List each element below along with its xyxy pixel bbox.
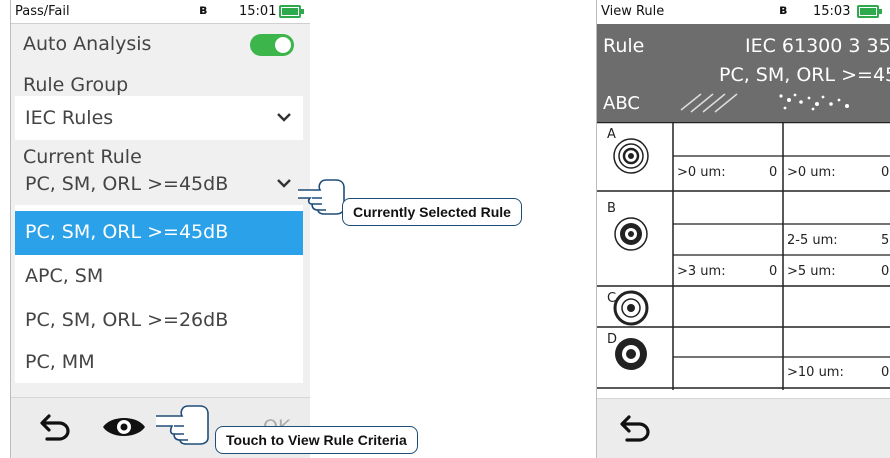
back-arrow-icon[interactable] (619, 413, 653, 443)
fiber-end-icon (613, 138, 649, 174)
cell-defect-size: >10 um: (787, 365, 844, 380)
zone-b-label: B (607, 201, 616, 216)
cell-defect-size: >0 um: (787, 165, 836, 180)
rule-criteria-table: A >0 um: 0 >0 um: 0 B 2-5 um: 5 >3 um: 0… (597, 122, 890, 390)
toggle-knob (275, 37, 291, 53)
rule-standard: IEC 61300 3 35 (745, 35, 890, 57)
pass-fail-screen: Pass/Fail ʙ 15:01 Auto Analysis Rule Gro… (10, 0, 310, 458)
rule-dropdown-list: PC, SM, ORL >=45dB APC, SM PC, SM, ORL >… (15, 205, 303, 383)
rule-group-value: IEC Rules (25, 107, 114, 129)
bottom-toolbar (597, 398, 890, 458)
battery-icon (279, 5, 304, 18)
callout-view-rule: Touch to View Rule Criteria (215, 426, 418, 454)
rule-option[interactable]: PC, SM, ORL >=45dB (15, 211, 303, 255)
rule-option[interactable]: PC, SM, ORL >=26dB (15, 299, 303, 343)
clock-time: 15:01 (239, 4, 277, 19)
auto-analysis-toggle[interactable] (250, 34, 294, 56)
auto-analysis-label: Auto Analysis (23, 33, 152, 55)
cell-scratch-count: 0 (769, 264, 777, 279)
current-rule-value: PC, SM, ORL >=45dB (25, 173, 229, 195)
cell-defect-size: 2-5 um: (787, 233, 838, 248)
fiber-end-icon (613, 290, 649, 326)
chevron-down-icon (277, 113, 291, 122)
abc-label: ABC (603, 93, 640, 114)
stage: Pass/Fail ʙ 15:01 Auto Analysis Rule Gro… (0, 0, 890, 458)
rule-criteria: PC, SM, ORL >=45dB (719, 64, 890, 86)
status-bar: View Rule ʙ 15:03 (597, 0, 890, 24)
scratch-icon (680, 93, 738, 113)
fiber-end-icon (615, 338, 647, 370)
back-arrow-icon[interactable] (39, 412, 73, 442)
rule-header: Rule IEC 61300 3 35 PC, SM, ORL >=45dB A… (597, 24, 890, 122)
zone-d-label: D (607, 332, 617, 347)
rule-option-label: PC, SM, ORL >=45dB (25, 221, 229, 243)
eye-icon[interactable] (101, 412, 147, 442)
cell-defect-count: 0 (881, 365, 889, 380)
fiber-end-icon (614, 217, 648, 251)
zone-a-label: A (607, 127, 616, 142)
screen-title: Pass/Fail (15, 4, 70, 19)
screen-title: View Rule (601, 4, 665, 19)
cell-defect-count: 5 (881, 233, 889, 248)
pointing-hand-icon (156, 405, 209, 445)
rule-option[interactable]: PC, MM (15, 341, 303, 385)
view-rule-screen: View Rule ʙ 15:03 Rule IEC 61300 3 35 PC… (596, 0, 890, 458)
chevron-down-icon (277, 179, 291, 188)
clock-time: 15:03 (813, 4, 851, 19)
bluetooth-icon: ʙ (779, 3, 788, 18)
cell-scratch-size: >0 um: (677, 165, 726, 180)
cell-scratch-size: >3 um: (677, 264, 726, 279)
rule-option-label: APC, SM (25, 265, 104, 287)
status-bar: Pass/Fail ʙ 15:01 (11, 0, 310, 24)
rule-group-label: Rule Group (23, 74, 129, 96)
cell-defect-count: 0 (881, 165, 889, 180)
bluetooth-icon: ʙ (199, 3, 208, 18)
cell-defect-count: 0 (881, 264, 889, 279)
battery-icon (857, 5, 882, 18)
cell-defect-size: >5 um: (787, 264, 836, 279)
rule-group-select[interactable]: IEC Rules (15, 96, 303, 140)
rule-label: Rule (603, 35, 645, 57)
current-rule-select[interactable]: PC, SM, ORL >=45dB (15, 162, 303, 206)
cell-scratch-count: 0 (769, 165, 777, 180)
defect-icon (779, 93, 849, 111)
rule-option[interactable]: APC, SM (15, 255, 303, 299)
rule-option-label: PC, SM, ORL >=26dB (25, 309, 229, 331)
callout-selected-rule: Currently Selected Rule (342, 198, 522, 226)
rule-option-label: PC, MM (25, 351, 95, 373)
